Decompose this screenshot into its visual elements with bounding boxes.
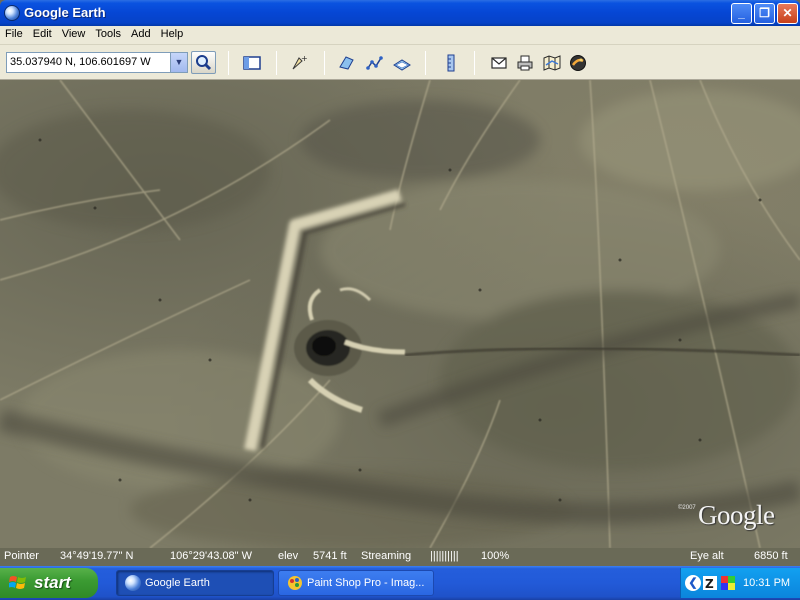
window-title: Google Earth <box>24 5 106 20</box>
tray-expand-icon[interactable]: ❮ <box>685 575 701 591</box>
menu-add[interactable]: Add <box>126 26 156 44</box>
toolbar-separator <box>276 51 277 75</box>
maximize-button[interactable]: ❐ <box>754 3 775 24</box>
search-icon <box>196 55 212 71</box>
task-paint-shop-pro[interactable]: Paint Shop Pro - Imag... <box>278 570 434 596</box>
path-add-icon[interactable] <box>366 54 384 72</box>
task-label: Paint Shop Pro - Imag... <box>307 577 425 589</box>
elevation-label: elev <box>278 550 299 562</box>
menu-bar: File Edit View Tools Add Help <box>0 26 800 45</box>
google-earth-icon <box>125 575 141 591</box>
pointer-label: Pointer <box>4 550 39 562</box>
satellite-imagery <box>0 80 800 548</box>
zonealarm-icon[interactable]: Z <box>703 576 717 590</box>
menu-edit[interactable]: Edit <box>28 26 57 44</box>
sidebar-toggle-icon[interactable] <box>243 54 261 72</box>
copyright-text: ©2007 <box>678 505 696 511</box>
title-bar: Google Earth _ ❐ ✕ <box>0 0 800 26</box>
status-bar: Pointer 34°49'19.77" N 106°29'43.08" W e… <box>0 548 800 566</box>
task-google-earth[interactable]: Google Earth <box>116 570 274 596</box>
google-earth-icon <box>4 5 20 21</box>
ruler-icon[interactable] <box>442 54 460 72</box>
polygon-add-icon[interactable] <box>338 54 356 72</box>
svg-text:+: + <box>301 54 308 63</box>
placemark-add-icon[interactable]: + <box>290 54 308 72</box>
menu-view[interactable]: View <box>57 26 91 44</box>
chevron-down-icon[interactable]: ▼ <box>170 53 187 72</box>
image-overlay-add-icon[interactable] <box>393 54 411 72</box>
google-maps-icon[interactable] <box>543 54 561 72</box>
menu-tools[interactable]: Tools <box>90 26 126 44</box>
start-button[interactable]: start <box>0 568 98 598</box>
taskbar: start Google Earth Paint Shop Pro - Imag… <box>0 566 800 600</box>
print-icon[interactable] <box>516 54 534 72</box>
start-label: start <box>34 573 71 592</box>
toolbar-separator <box>228 51 229 75</box>
map-viewport[interactable]: ©2007 Google <box>0 80 800 548</box>
pointer-longitude: 106°29'43.08" W <box>170 550 252 562</box>
eye-alt-label: Eye alt <box>690 550 724 562</box>
toolbar: 35.037940 N, 106.601697 W ▼ + <box>0 45 800 80</box>
clock: 10:31 PM <box>743 577 791 589</box>
paint-shop-pro-icon <box>288 576 302 590</box>
system-tray: ❮ Z 10:31 PM <box>680 568 800 598</box>
svg-text:Z: Z <box>705 577 714 590</box>
streaming-label: Streaming <box>361 550 412 562</box>
toolbar-separator <box>425 51 426 75</box>
sky-icon[interactable] <box>569 54 587 72</box>
elevation-value: 5741 ft <box>313 550 347 562</box>
eye-alt-value: 6850 ft <box>754 550 788 562</box>
search-input-value: 35.037940 N, 106.601697 W <box>10 56 151 68</box>
search-input[interactable]: 35.037940 N, 106.601697 W ▼ <box>6 52 188 73</box>
menu-file[interactable]: File <box>0 26 28 44</box>
color-tray-icon[interactable] <box>721 576 735 590</box>
streaming-percent: 100% <box>481 550 510 562</box>
toolbar-separator <box>324 51 325 75</box>
toolbar-separator <box>474 51 475 75</box>
task-label: Google Earth <box>145 577 210 589</box>
pointer-latitude: 34°49'19.77" N <box>60 550 134 562</box>
minimize-button[interactable]: _ <box>731 3 752 24</box>
google-logo: Google <box>698 500 775 530</box>
search-button[interactable] <box>191 51 216 74</box>
windows-logo-icon <box>9 576 26 589</box>
close-button[interactable]: ✕ <box>777 3 798 24</box>
menu-help[interactable]: Help <box>156 26 189 44</box>
streaming-progress: |||||||||| <box>430 550 459 562</box>
email-icon[interactable] <box>490 54 508 72</box>
